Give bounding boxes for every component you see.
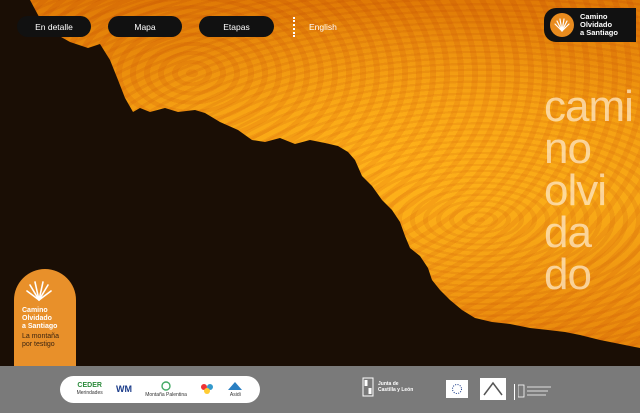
junta-castilla-leon-logo[interactable]: Junta de Castilla y León: [362, 376, 413, 398]
partner-logo-montana-palentina[interactable]: Montaña Palentina: [145, 381, 187, 398]
scallop-shell-icon: [550, 13, 574, 37]
hero-title-line: cami: [544, 82, 634, 131]
site-logo[interactable]: Camino Olvidado a Santiago: [544, 8, 636, 42]
hero-title-line: no: [544, 124, 592, 173]
site-logo-text: Camino Olvidado a Santiago: [580, 12, 618, 37]
scallop-shell-icon: [26, 281, 54, 301]
hero-title-line: da: [544, 208, 592, 257]
ministry-logo[interactable]: [514, 384, 552, 400]
partner-logo-wm[interactable]: WM: [116, 385, 132, 394]
route-badge[interactable]: Camino Olvidado a Santiago La montaña po…: [14, 269, 76, 366]
nav-mapa-button[interactable]: Mapa: [108, 16, 182, 37]
nav-divider: [293, 16, 295, 37]
leader-logo[interactable]: [480, 378, 506, 400]
hero-title-line: do: [544, 250, 592, 299]
eu-flag-icon[interactable]: [446, 380, 468, 398]
nav-en-detalle-button[interactable]: En detalle: [17, 16, 91, 37]
main-nav: En detalle Mapa Etapas English: [17, 16, 337, 37]
partner-logo-ceder[interactable]: CEDER Merindades: [77, 382, 103, 396]
badge-title: Camino Olvidado a Santiago: [22, 307, 58, 330]
hero-title-line: olvi: [544, 166, 607, 215]
hero-title: cami no olvi da do: [544, 82, 640, 299]
partner-logo-asidi[interactable]: Asidi: [227, 381, 243, 398]
coat-of-arms-icon: [362, 377, 374, 397]
badge-subtitle: La montaña por testigo: [22, 333, 59, 348]
partner-logos: CEDER Merindades WM Montaña Palentina As…: [60, 376, 260, 403]
partner-logo-colorful[interactable]: [200, 383, 214, 396]
nav-etapas-button[interactable]: Etapas: [199, 16, 274, 37]
language-english-link[interactable]: English: [309, 22, 337, 32]
